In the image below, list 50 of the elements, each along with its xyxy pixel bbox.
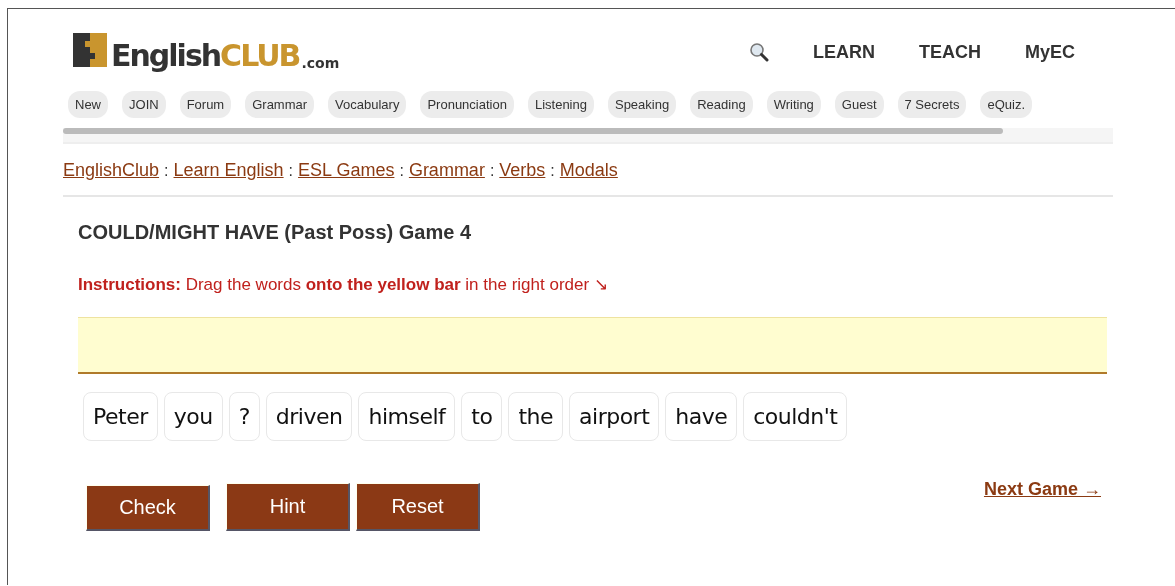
nav-link[interactable]: LEARN	[813, 41, 875, 63]
word-tile[interactable]: airport	[569, 392, 660, 441]
scrollbar[interactable]	[63, 128, 1003, 134]
nav-pill[interactable]: 7 Secrets	[897, 91, 967, 118]
word-tile[interactable]: the	[508, 392, 564, 441]
nav-pill[interactable]: eQuiz.	[980, 91, 1033, 118]
logo-english: English	[111, 41, 221, 71]
breadcrumb-separator: :	[288, 162, 294, 179]
breadcrumb-separator: :	[399, 162, 404, 179]
nav-link[interactable]: TEACH	[919, 41, 981, 63]
action-button[interactable]: Hint	[226, 483, 350, 531]
breadcrumb-link[interactable]: Verbs	[499, 160, 546, 180]
word-tile[interactable]: couldn't	[743, 392, 848, 441]
instructions-text: Instructions: Drag the words onto the yellow bar in the right order ↘	[78, 274, 609, 295]
nav-pill[interactable]: Speaking	[607, 91, 677, 118]
nav-pill[interactable]: Writing	[766, 91, 821, 118]
breadcrumb-separator: :	[164, 162, 169, 179]
next-game-link[interactable]: Next Game →	[983, 479, 1101, 500]
game-title: COULD/MIGHT HAVE (Past Poss) Game 4	[78, 221, 473, 244]
nav-pill[interactable]: Listening	[527, 91, 594, 118]
breadcrumb-link[interactable]: Modals	[559, 160, 618, 180]
word-tile[interactable]: driven	[265, 392, 353, 441]
word-tile[interactable]: ?	[228, 392, 260, 441]
nav-pill[interactable]: Grammar	[245, 91, 315, 118]
word-tile[interactable]: you	[163, 392, 223, 441]
logo-icon	[73, 33, 107, 67]
action-button[interactable]: Check	[86, 485, 210, 531]
word-tile[interactable]: have	[665, 392, 738, 441]
logo-domain: .com	[301, 55, 340, 71]
logo-club: CLUB	[220, 41, 300, 71]
breadcrumb-separator: :	[489, 162, 495, 179]
breadcrumb-link[interactable]: ESL Games	[298, 160, 395, 180]
answer-bar[interactable]	[78, 317, 1107, 374]
nav-pill[interactable]: Guest	[834, 91, 884, 118]
nav-pill[interactable]: Reading	[690, 91, 753, 118]
nav-pill[interactable]: Pronunciation	[420, 91, 514, 118]
breadcrumb-link[interactable]: EnglishClub	[63, 160, 160, 180]
breadcrumb-link[interactable]: Learn English	[173, 160, 284, 180]
nav-pill[interactable]: Forum	[179, 91, 232, 118]
breadcrumb-link[interactable]: Grammar	[408, 160, 485, 180]
word-tile[interactable]: himself	[358, 392, 456, 441]
search-icon[interactable]	[749, 42, 769, 62]
action-button[interactable]: Reset	[356, 483, 480, 531]
word-tile[interactable]: to	[461, 392, 503, 441]
nav-link[interactable]: MyEC	[1025, 41, 1075, 63]
nav-pill[interactable]: Vocabulary	[328, 91, 407, 118]
word-tile[interactable]: Peter	[83, 392, 158, 441]
nav-pill[interactable]: New	[68, 91, 108, 118]
nav-pill[interactable]: JOIN	[122, 91, 166, 118]
breadcrumb-separator: :	[550, 162, 555, 179]
